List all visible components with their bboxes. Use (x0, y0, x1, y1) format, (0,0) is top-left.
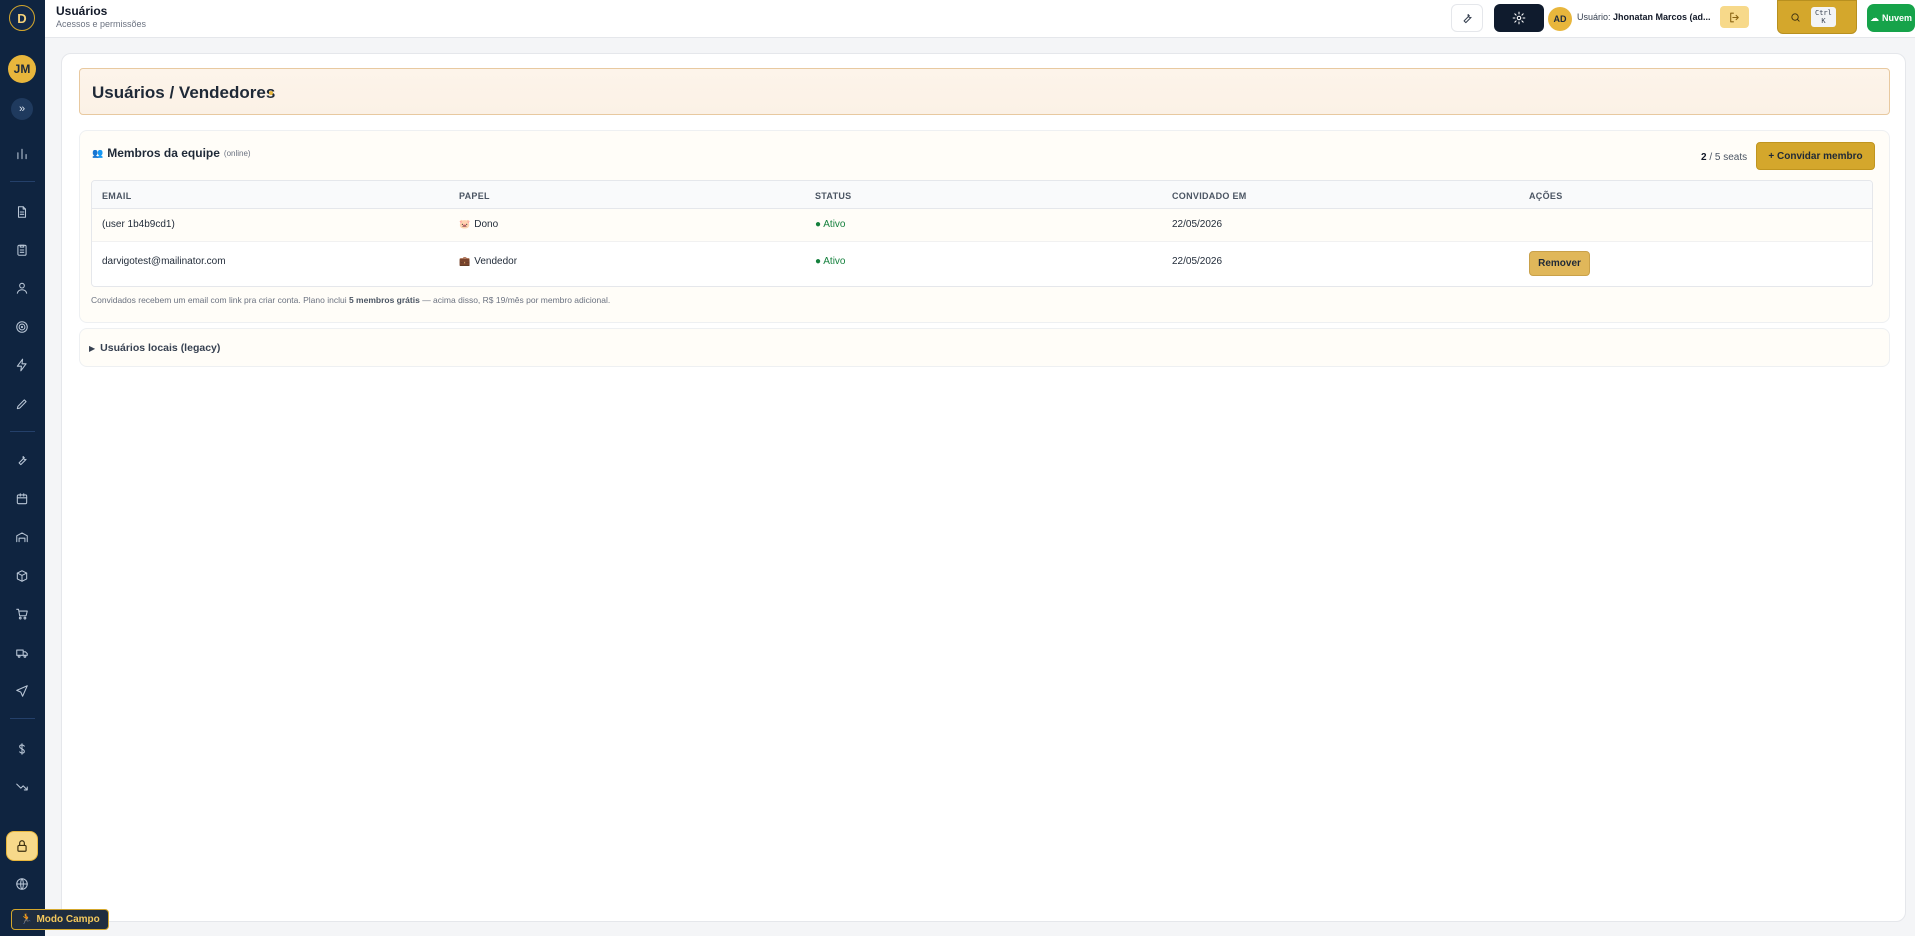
note-bold: 5 membros grátis (348, 295, 420, 305)
members-table: EMAIL PAPEL STATUS CONVIDADO EM AÇÕES (u… (91, 180, 1873, 287)
note-text-end: — acima disso, R$ 19/mês por membro adic… (419, 295, 611, 305)
column-header[interactable]: PAPEL (459, 191, 490, 201)
team-note: Convidados recebem um email com link pra… (91, 295, 610, 305)
team-members-card: 👥 Membros da equipe (online) 2 / 5 seats… (79, 130, 1890, 323)
modo-campo-button[interactable]: 🏃 Modo Campo (11, 909, 109, 930)
member-email: (user 1b4b9cd1) (102, 219, 175, 230)
note-text: Convidados recebem um email com link pra… (91, 295, 349, 305)
seats-counter: 2 / 5 seats (1701, 152, 1747, 163)
section-header: Usuários / Vendedores (79, 68, 1890, 115)
online-label: (online) (223, 148, 251, 158)
piggy-bank-icon: 🐷 (459, 219, 471, 229)
file-icon[interactable] (11, 201, 33, 223)
shortcut-hint: Ctrl K (1811, 7, 1836, 27)
send-icon[interactable] (11, 680, 33, 702)
truck-icon[interactable] (11, 642, 33, 664)
table-row: (user 1b4b9cd1) 🐷 Dono ● Ativo 22/05/202… (92, 209, 1872, 242)
user-avatar[interactable]: JM (8, 55, 36, 83)
main-panel: Usuários / Vendedores 👥 Membros da equip… (61, 53, 1906, 922)
page-subtitle: Acessos e permissões (56, 19, 147, 29)
command-search-button[interactable]: Ctrl K (1777, 0, 1857, 34)
member-invited-date: 22/05/2026 (1172, 219, 1223, 230)
legacy-users-toggle[interactable]: ▶ Usuários locais (legacy) (89, 342, 220, 354)
remove-member-button[interactable]: Remover (1529, 251, 1590, 276)
sidebar: D JM » (0, 0, 45, 936)
wrench-icon (1463, 13, 1472, 24)
lightning-icon[interactable] (11, 354, 33, 376)
pencil-icon[interactable] (11, 393, 33, 415)
settings-button[interactable] (1494, 4, 1544, 32)
chart-icon[interactable] (11, 143, 33, 165)
legacy-users-label: Usuários locais (legacy) (100, 342, 221, 354)
user-name: Jhonatan Marcos (ad... (1613, 12, 1711, 22)
briefcase-icon: 💼 (459, 256, 471, 266)
calendar-icon[interactable] (11, 488, 33, 510)
box-icon[interactable] (11, 565, 33, 587)
app-logo[interactable]: D (9, 5, 35, 31)
table-row: darvigotest@mailinator.com 💼 Vendedor ● … (92, 242, 1872, 286)
clipboard-icon[interactable] (11, 239, 33, 261)
cloud-sync-button[interactable]: ☁ Nuvem (1867, 4, 1915, 32)
user-prefix: Usuário: (1577, 12, 1611, 22)
legacy-users-section[interactable]: ▶ Usuários locais (legacy) (79, 328, 1890, 367)
search-icon (1791, 12, 1800, 22)
current-user: Usuário: Jhonatan Marcos (ad... (1577, 12, 1711, 22)
member-status: ● Ativo (815, 256, 846, 267)
member-role: 💼 Vendedor (459, 256, 517, 267)
status-dot (269, 91, 273, 95)
seats-total: / 5 seats (1709, 152, 1748, 163)
column-header[interactable]: AÇÕES (1529, 191, 1563, 201)
team-title: 👥 Membros da equipe (online) (92, 146, 251, 160)
account-avatar[interactable]: AD (1548, 7, 1572, 31)
logout-button[interactable] (1720, 6, 1749, 28)
sidebar-divider (10, 718, 35, 719)
lock-icon[interactable] (6, 831, 38, 861)
dollar-icon[interactable] (11, 738, 33, 760)
expand-sidebar-button[interactable]: » (11, 98, 33, 120)
cloud-icon: ☁ (1869, 12, 1879, 23)
warehouse-icon[interactable] (11, 526, 33, 548)
member-invited-date: 22/05/2026 (1172, 256, 1223, 267)
expand-triangle-icon: ▶ (89, 343, 96, 353)
wrench-icon[interactable] (11, 449, 33, 471)
member-email: darvigotest@mailinator.com (102, 256, 226, 267)
target-icon[interactable] (11, 316, 33, 338)
team-title-label: Membros da equipe (107, 146, 220, 160)
walking-icon: 🏃 (20, 914, 33, 925)
table-header: EMAIL PAPEL STATUS CONVIDADO EM AÇÕES (92, 181, 1872, 209)
sidebar-divider (10, 181, 35, 182)
cloud-label: Nuvem (1881, 13, 1912, 23)
seats-used: 2 (1701, 152, 1707, 163)
column-header[interactable]: STATUS (815, 191, 851, 201)
column-header[interactable]: EMAIL (102, 191, 132, 201)
modo-campo-label: Modo Campo (36, 914, 100, 925)
logout-icon (1730, 12, 1739, 22)
trending-down-icon[interactable] (11, 776, 33, 798)
invite-member-button[interactable]: + Convidar membro (1756, 142, 1875, 170)
member-status: ● Ativo (815, 219, 846, 230)
user-icon[interactable] (11, 277, 33, 299)
sidebar-divider (10, 431, 35, 432)
column-header[interactable]: CONVIDADO EM (1172, 191, 1247, 201)
role-label: Vendedor (474, 256, 518, 267)
role-label: Dono (474, 219, 499, 230)
tools-button[interactable] (1451, 4, 1483, 32)
section-title: Usuários / Vendedores (92, 83, 276, 102)
page-title: Usuários (56, 4, 108, 18)
globe-icon[interactable] (11, 873, 33, 895)
member-role: 🐷 Dono (459, 219, 498, 230)
cart-icon[interactable] (11, 603, 33, 625)
people-icon: 👥 (92, 147, 104, 158)
topbar: Usuários Acessos e permissões AD Usuário… (45, 0, 1915, 38)
gear-icon (1512, 11, 1526, 25)
